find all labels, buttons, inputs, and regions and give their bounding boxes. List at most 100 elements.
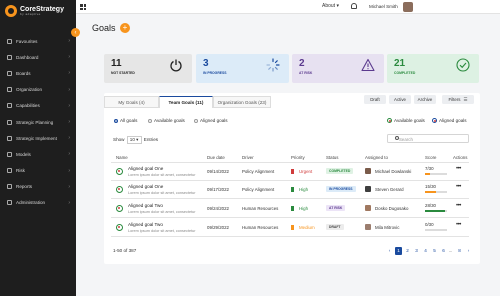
row-divider: [111, 217, 469, 218]
target-icon: [387, 118, 392, 123]
reports-icon: [7, 184, 12, 190]
stat-card-completed[interactable]: 21 COMPLETED: [387, 54, 479, 83]
driver: Policy Alignment: [242, 169, 275, 174]
add-goal-button[interactable]: +: [120, 23, 130, 33]
radio-aligned-goals[interactable]: Aligned goals: [194, 118, 228, 123]
sidebar-item-dashboard[interactable]: Dashboard ›: [0, 49, 76, 65]
collapse-sidebar-button[interactable]: ‹: [71, 28, 80, 37]
status-badge: AT RISK: [326, 205, 346, 211]
avatar: [365, 224, 371, 230]
sidebar-item-label: Strategic Implement: [16, 135, 57, 141]
pagination-ellipsis: ...: [448, 248, 453, 253]
sidebar-item-label: Boards: [16, 70, 31, 76]
pagination-page-4[interactable]: 4: [422, 247, 429, 255]
pagination-page-3[interactable]: 3: [413, 247, 420, 255]
pagination-page-8[interactable]: 8: [456, 247, 463, 255]
status-badge: IN PROGRESS: [326, 186, 356, 192]
assignee-name: Michael Dowlanski: [375, 169, 412, 174]
goal-description: Lorem ipsum dolor sit amet, consectetur: [128, 210, 196, 214]
entries-selector: Show 10 ▾ Entries: [113, 136, 158, 144]
assignee-name: Dosko Dugosako: [375, 206, 409, 211]
score-bar: [425, 191, 447, 193]
radio-all-goals[interactable]: All goals: [114, 118, 137, 123]
tab-my-goals[interactable]: My Goals (4): [104, 96, 159, 108]
goal-title[interactable]: Aligned goal Two: [128, 222, 163, 227]
score-value: 28/30: [425, 203, 436, 208]
stat-value: 3: [203, 58, 209, 69]
legend-label: Available goals: [394, 118, 425, 123]
sidebar-item-capabilities[interactable]: Capabilities ›: [0, 98, 76, 114]
goal-title[interactable]: Aligned goal Two: [128, 203, 163, 208]
due-date: 09/17/2022: [207, 187, 229, 192]
stat-card-not-started[interactable]: 11 NOT STARTED: [104, 54, 192, 83]
filters-button[interactable]: Filters ☰: [442, 95, 474, 104]
dashboard-icon: [7, 54, 12, 60]
sidebar-item-organization[interactable]: Organization ›: [0, 82, 76, 98]
organization-icon: [7, 87, 12, 93]
target-icon: [116, 186, 123, 193]
spinner-icon: [266, 58, 280, 72]
chevron-right-icon: ›: [68, 102, 70, 109]
more-actions-icon[interactable]: •••: [456, 166, 461, 172]
col-header-driver[interactable]: Driver: [242, 155, 254, 160]
status-badge: COMPLETED: [326, 168, 354, 174]
sidebar-item-administration[interactable]: Administration ›: [0, 195, 76, 211]
sidebar-item-risk[interactable]: Risk ›: [0, 163, 76, 179]
priority: Urgent: [291, 169, 312, 174]
topbar: [76, 0, 500, 14]
more-actions-icon[interactable]: •••: [456, 203, 461, 209]
col-header-due-date[interactable]: Due date: [207, 155, 225, 160]
user-name[interactable]: Michael Smith: [369, 4, 398, 9]
driver: Human Resources: [242, 206, 279, 211]
tab-team-goals[interactable]: Team Goals (11): [159, 96, 213, 108]
goal-title[interactable]: Aligned goal One: [128, 166, 163, 171]
draft-filter-button[interactable]: Draft: [364, 95, 386, 104]
pagination-page-5[interactable]: 5: [431, 247, 438, 255]
chevron-right-icon: ›: [68, 54, 70, 61]
col-header-score[interactable]: Score: [425, 155, 436, 160]
pagination-page-2[interactable]: 2: [404, 247, 411, 255]
sidebar-item-boards[interactable]: Boards ›: [0, 65, 76, 81]
pagination-prev-button[interactable]: ‹: [386, 247, 393, 255]
pagination-page-1[interactable]: 1: [395, 247, 402, 255]
more-actions-icon[interactable]: •••: [456, 184, 461, 190]
more-actions-icon[interactable]: •••: [456, 222, 461, 228]
due-date: 09/29/2022: [207, 225, 229, 230]
stat-value: 11: [111, 58, 122, 69]
avatar[interactable]: [403, 2, 413, 12]
apps-grid-icon[interactable]: [80, 4, 86, 10]
goal-title[interactable]: Aligned goal One: [128, 184, 163, 189]
col-header-status[interactable]: Status: [326, 155, 338, 160]
col-header-assigned-to[interactable]: Assigned to: [365, 155, 388, 160]
logo[interactable]: CoreStrategy by adaptive: [0, 0, 76, 22]
legend-available-goals: Available goals: [387, 118, 425, 123]
radio-available-goals[interactable]: Available goals: [148, 118, 185, 123]
filters-label: Filters: [448, 97, 461, 102]
sidebar-item-strategic-implement[interactable]: Strategic Implement ›: [0, 130, 76, 146]
legend-aligned-goals: Aligned goals: [432, 118, 467, 123]
models-icon: [7, 151, 12, 157]
archive-filter-button[interactable]: Archive: [414, 95, 436, 104]
tab-organization-goals[interactable]: Organization Goals (23): [213, 96, 271, 108]
stat-card-in-progress[interactable]: 3 IN PROGRESS: [196, 54, 289, 83]
about-menu[interactable]: About ▾: [322, 3, 339, 9]
sidebar-item-models[interactable]: Models ›: [0, 146, 76, 162]
target-icon: [432, 118, 437, 123]
sidebar-item-favourites[interactable]: Favourites ›: [0, 33, 76, 49]
search-input[interactable]: Search: [387, 134, 469, 143]
stat-label: NOT STARTED: [111, 71, 135, 75]
score-bar-fill: [425, 191, 436, 193]
pagination-page-6[interactable]: 6: [440, 247, 447, 255]
stat-card-at-risk[interactable]: 2 AT RISK: [292, 54, 384, 83]
sidebar-item-reports[interactable]: Reports ›: [0, 179, 76, 195]
col-header-name[interactable]: Name: [116, 155, 128, 160]
score-value: 0/30: [425, 222, 434, 227]
radio-label: Available goals: [154, 118, 185, 123]
notification-bell-icon[interactable]: [351, 3, 357, 9]
chevron-right-icon: ›: [68, 199, 70, 206]
active-filter-button[interactable]: Active: [389, 95, 411, 104]
col-header-priority[interactable]: Priority: [291, 155, 305, 160]
pagination-next-button[interactable]: ›: [465, 247, 472, 255]
entries-count-select[interactable]: 10 ▾: [126, 136, 142, 144]
sidebar-item-strategic-planning[interactable]: Strategic Planning ›: [0, 114, 76, 130]
